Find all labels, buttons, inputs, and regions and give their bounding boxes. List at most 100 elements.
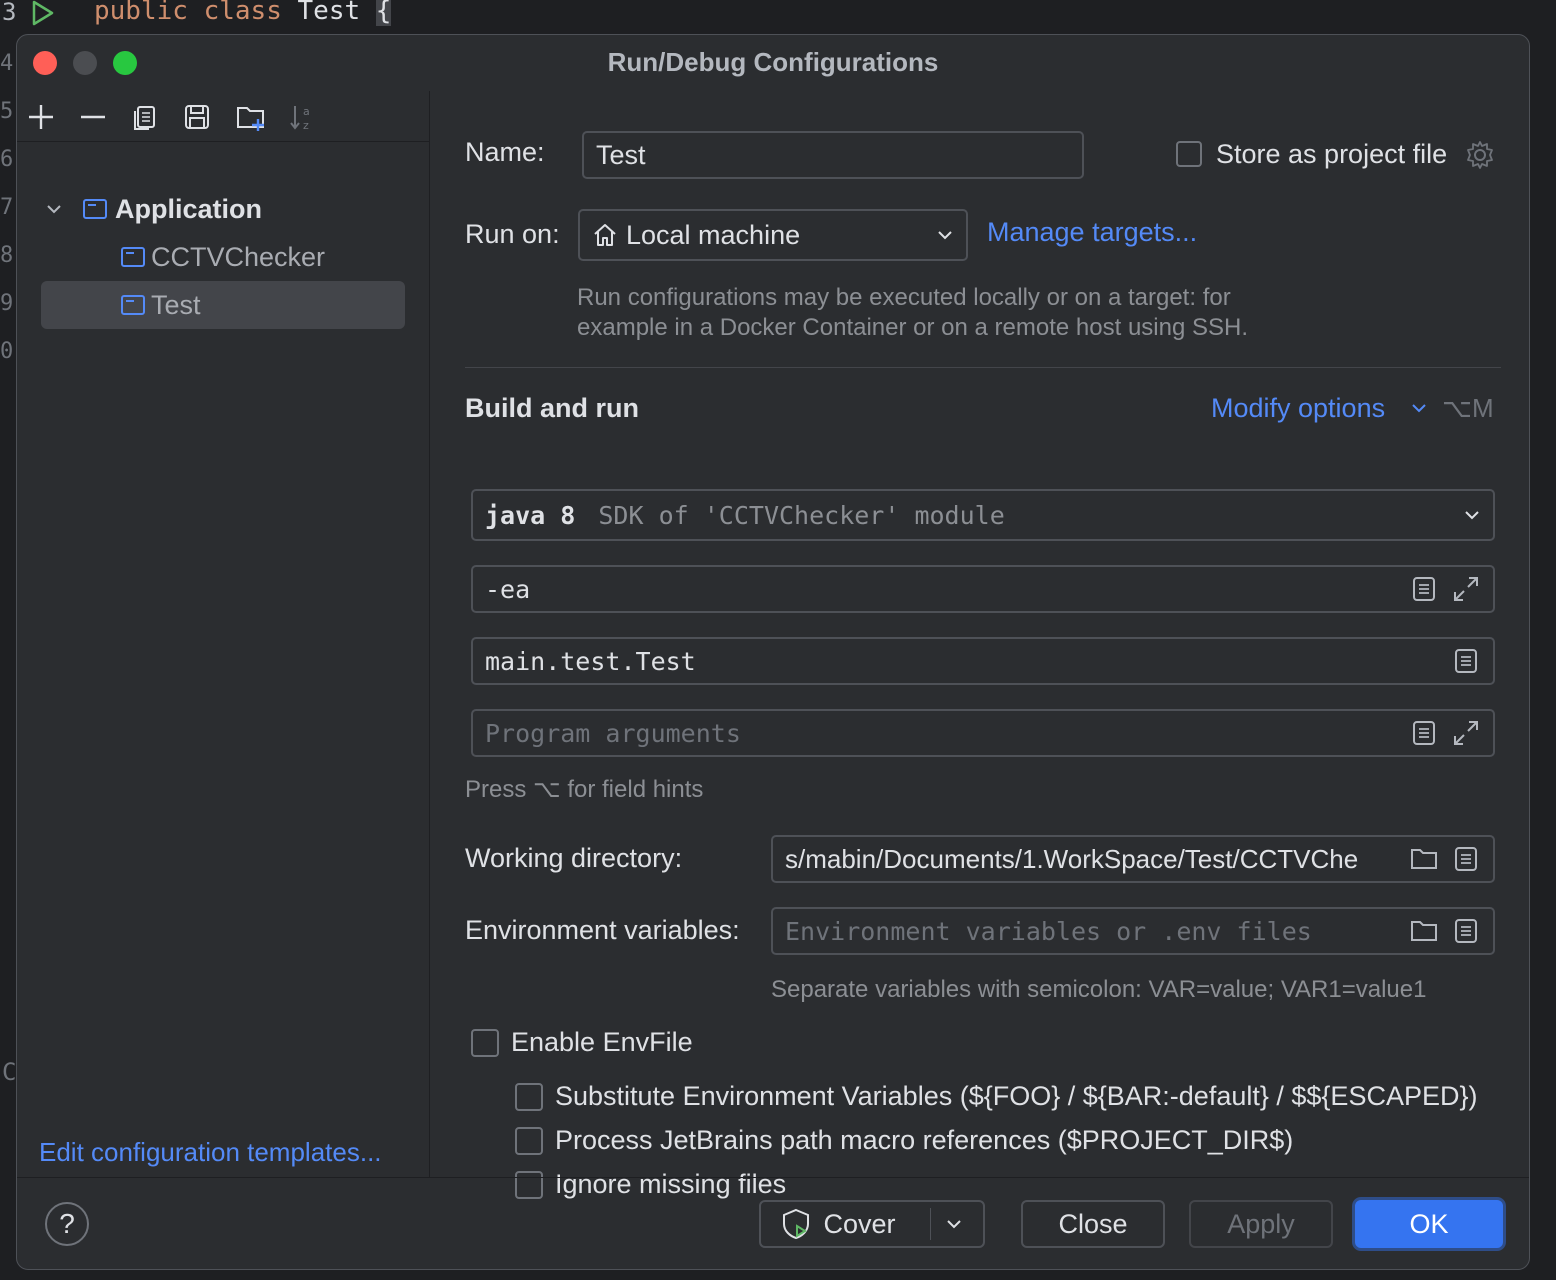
process-macros-label: Process JetBrains path macro references … (555, 1125, 1294, 1155)
chevron-down-icon[interactable] (1410, 399, 1428, 422)
environment-variables-hint: Separate variables with semicolon: VAR=v… (771, 976, 1427, 1003)
help-button[interactable]: ? (45, 1202, 89, 1246)
jdk-select[interactable]: java 8 SDK of 'CCTVChecker' module (471, 489, 1495, 541)
copy-icon[interactable] (129, 101, 161, 133)
section-divider (465, 367, 1501, 368)
svg-text:a: a (303, 105, 310, 118)
program-arguments-input[interactable]: Program arguments (471, 709, 1495, 757)
new-folder-icon[interactable] (235, 101, 267, 133)
run-debug-dialog: Run/Debug Configurations az Application … (16, 34, 1530, 1270)
application-config-icon (121, 295, 145, 315)
modify-options-link[interactable]: Modify options (1211, 393, 1385, 424)
enable-envfile-label: Enable EnvFile (511, 1027, 693, 1057)
ok-button[interactable]: OK (1355, 1200, 1503, 1248)
field-hints-text: Press ⌥ for field hints (465, 776, 704, 803)
list-icon[interactable] (1409, 574, 1439, 604)
folder-icon[interactable] (1409, 844, 1439, 874)
application-config-icon (121, 247, 145, 267)
sort-alphabetically-icon[interactable]: az (287, 101, 319, 133)
home-icon (592, 222, 618, 248)
list-icon[interactable] (1451, 844, 1481, 874)
configurations-toolbar: az (17, 91, 429, 142)
chevron-down-icon[interactable] (45, 200, 73, 218)
application-config-icon (83, 199, 107, 219)
name-label: Name: (465, 137, 545, 167)
edit-templates-link[interactable]: Edit configuration templates... (39, 1137, 382, 1168)
tree-group-label: Application (115, 193, 262, 224)
run-on-select[interactable]: Local machine (578, 209, 968, 261)
code-line: public class Test { (94, 0, 392, 26)
run-on-label: Run on: (465, 219, 560, 249)
gutter-number: 0 (0, 339, 14, 364)
dialog-footer: ? Cover Close Apply OK (17, 1177, 1529, 1269)
environment-variables-label: Environment variables: (465, 915, 740, 945)
substitute-env-vars-label: Substitute Environment Variables (${FOO}… (555, 1081, 1478, 1111)
working-directory-value: s/mabin/Documents/1.WorkSpace/Test/CCTVC… (785, 843, 1359, 874)
jdk-version: java 8 (485, 500, 576, 530)
gutter-number: 7 (0, 195, 14, 220)
tree-group-application[interactable]: Application (45, 185, 415, 233)
cover-button[interactable]: Cover (759, 1200, 985, 1248)
name-input[interactable]: Test (582, 131, 1084, 179)
editor-gutter-numbers: 4 5 6 7 8 9 0 (0, 40, 16, 376)
expand-icon[interactable] (1451, 574, 1481, 604)
working-directory-label: Working directory: (465, 843, 683, 873)
store-as-project-file-label: Store as project file (1216, 139, 1448, 169)
jdk-select-text: java 8 SDK of 'CCTVChecker' module (485, 501, 1463, 530)
list-icon[interactable] (1409, 718, 1439, 748)
run-gutter-icon[interactable] (30, 0, 56, 31)
apply-button[interactable]: Apply (1189, 1200, 1333, 1248)
vm-options-value: -ea (485, 574, 531, 604)
gutter-number: 9 (0, 291, 14, 316)
code-brace: { (375, 0, 392, 26)
working-directory-input[interactable]: s/mabin/Documents/1.WorkSpace/Test/CCTVC… (771, 835, 1495, 883)
main-class-value: main.test.Test (485, 646, 696, 676)
code-keyword: public (94, 0, 188, 26)
run-on-hint-line1: Run configurations may be executed local… (577, 284, 1231, 311)
editor-line: 3 public class Test { (0, 0, 1556, 1280)
program-arguments-placeholder: Program arguments (485, 718, 741, 748)
process-macros-checkbox[interactable] (515, 1127, 543, 1155)
tree-item-label: CCTVChecker (151, 241, 326, 272)
expand-icon[interactable] (1451, 718, 1481, 748)
main-class-input[interactable]: main.test.Test (471, 637, 1495, 685)
tree-item-label: Test (151, 289, 201, 320)
remove-icon[interactable] (77, 101, 109, 133)
vm-options-input[interactable]: -ea (471, 565, 1495, 613)
code-keyword: class (203, 0, 282, 26)
dialog-title: Run/Debug Configurations (607, 47, 939, 77)
environment-variables-placeholder: Environment variables or .env files (785, 916, 1312, 946)
gutter-number: 8 (0, 243, 14, 268)
name-value: Test (596, 139, 646, 170)
enable-envfile-checkbox[interactable] (471, 1029, 499, 1057)
substitute-env-vars-checkbox[interactable] (515, 1083, 543, 1111)
configuration-form: Name: Test Store as project file Run on:… (430, 91, 1529, 1199)
svg-text:z: z (303, 119, 309, 132)
list-icon[interactable] (1451, 646, 1481, 676)
line-number: 3 (2, 0, 17, 26)
environment-variables-input[interactable]: Environment variables or .env files (771, 907, 1495, 955)
list-icon[interactable] (1451, 916, 1481, 946)
button-divider (929, 1208, 931, 1240)
chevron-down-icon[interactable] (945, 1215, 963, 1233)
add-icon[interactable] (25, 101, 57, 133)
close-button[interactable]: Close (1021, 1200, 1165, 1248)
gear-icon[interactable] (1464, 139, 1496, 176)
modify-options-shortcut: ⌥M (1442, 393, 1494, 423)
gutter-number: 5 (0, 99, 14, 124)
chevron-down-icon (1463, 506, 1481, 524)
jdk-detail: SDK of 'CCTVChecker' module (598, 500, 1005, 530)
tree-item-test[interactable]: Test (41, 281, 405, 329)
gutter-number: 6 (0, 147, 14, 172)
dialog-titlebar: Run/Debug Configurations (17, 35, 1529, 91)
tree-item-cctvchecker[interactable]: CCTVChecker (121, 233, 411, 281)
chevron-down-icon (936, 226, 954, 244)
cover-label: Cover (823, 1208, 896, 1239)
save-icon[interactable] (181, 101, 213, 133)
store-as-project-file-checkbox[interactable] (1176, 141, 1202, 167)
manage-targets-link[interactable]: Manage targets... (987, 217, 1197, 248)
coverage-shield-icon (781, 1208, 811, 1240)
build-and-run-title: Build and run (465, 393, 639, 423)
run-on-hint-line2: example in a Docker Container or on a re… (577, 314, 1249, 341)
folder-icon[interactable] (1409, 916, 1439, 946)
